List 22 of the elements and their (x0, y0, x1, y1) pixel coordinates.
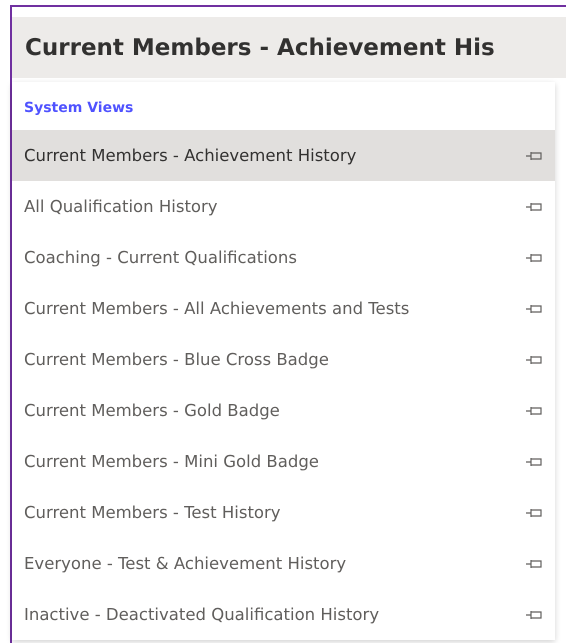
view-item[interactable]: Current Members - Achievement History (12, 130, 555, 181)
pin-icon[interactable] (525, 608, 543, 620)
pin-icon[interactable] (525, 558, 543, 570)
pin-icon[interactable] (525, 252, 543, 264)
pin-icon[interactable] (525, 150, 543, 162)
view-title[interactable]: Current Members - Achievement His (25, 34, 495, 60)
view-item[interactable]: Current Members - Test History (12, 487, 555, 538)
view-item[interactable]: All Qualification History (12, 181, 555, 232)
view-item[interactable]: Current Members - All Achievements and Tests (12, 283, 555, 334)
pin-icon[interactable] (525, 302, 543, 314)
section-heading: System Views (23, 99, 134, 118)
view-item[interactable]: Inactive - Deactivated Qualification History (12, 589, 555, 640)
view-item[interactable]: Current Members - Blue Cross Badge (12, 334, 555, 385)
pin-icon[interactable] (525, 456, 543, 468)
view-item[interactable]: Coaching - Current Qualifications (12, 232, 555, 283)
pin-icon[interactable] (525, 200, 543, 212)
pin-icon[interactable] (525, 354, 543, 366)
pin-icon[interactable] (525, 506, 543, 518)
view-item[interactable]: Current Members - Gold Badge (12, 385, 555, 436)
view-item[interactable]: Everyone - Test & Achievement History (12, 538, 555, 589)
view-item[interactable]: Current Members - Mini Gold Badge (12, 436, 555, 487)
pin-icon[interactable] (525, 404, 543, 416)
